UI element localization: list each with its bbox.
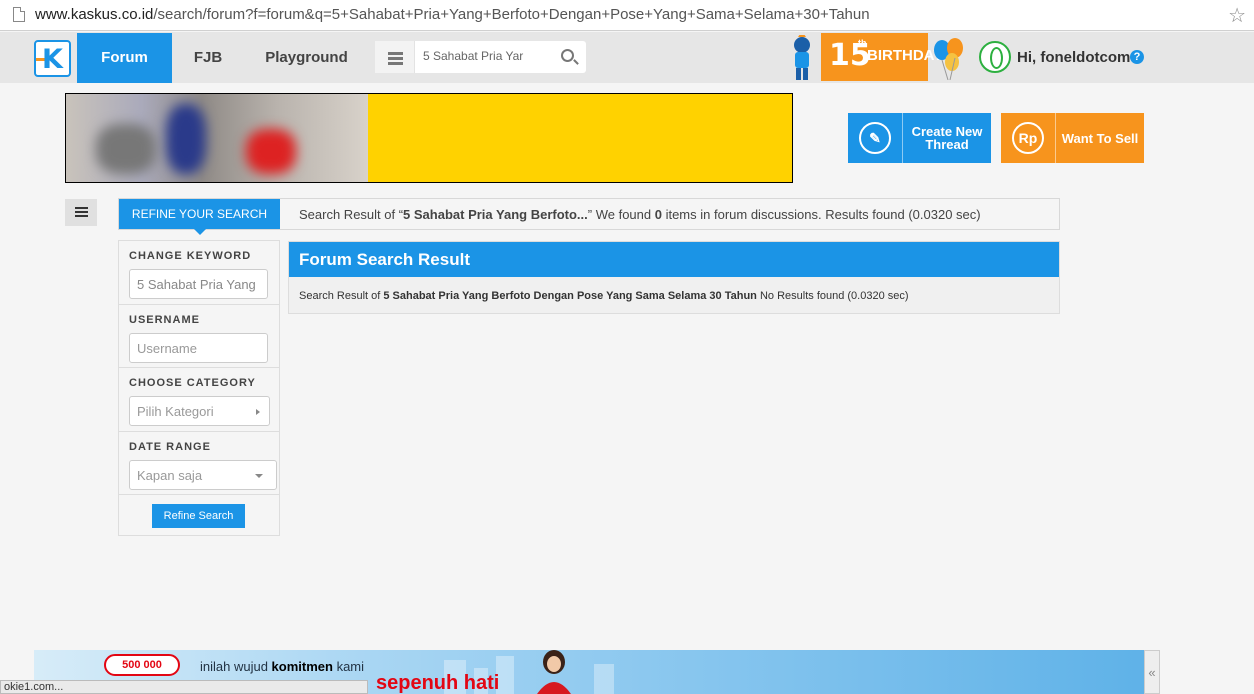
date-title: DATE RANGE — [129, 441, 211, 453]
result-message: Search Result of 5 Sahabat Pria Yang Ber… — [299, 290, 909, 302]
username-section: USERNAME Username — [119, 305, 279, 368]
building-shape — [594, 664, 614, 694]
user-greeting[interactable]: Hi, foneldotcom — [1017, 49, 1130, 66]
create-thread-button[interactable]: ✎ Create New Thread — [848, 113, 991, 163]
summary-count: 0 — [654, 207, 662, 222]
ad-model-image — [537, 650, 571, 694]
logo-letter: K — [42, 44, 63, 75]
result-query: 5 Sahabat Pria Yang Berfoto Dengan Pose … — [383, 290, 757, 302]
keyword-title: CHANGE KEYWORD — [129, 250, 252, 262]
mascot-icon — [794, 35, 810, 80]
create-thread-label: Create New Thread — [911, 124, 983, 152]
tab-fjb[interactable]: FJB — [183, 33, 233, 83]
list-icon[interactable] — [375, 41, 415, 73]
header-search-input[interactable] — [423, 49, 543, 63]
want-to-sell-button[interactable]: Rp Want To Sell — [1001, 113, 1144, 163]
tab-forum[interactable]: Forum — [77, 33, 172, 83]
ad-badge: 500 000 — [104, 654, 180, 676]
ad-text: inilah wujud komitmen kami — [200, 659, 365, 674]
keyword-section: CHANGE KEYWORD 5 Sahabat Pria Yang — [119, 241, 279, 305]
pencil-icon: ✎ — [848, 113, 903, 163]
page-icon — [13, 7, 25, 22]
browser-status-bar: okie1.com... — [0, 680, 368, 694]
top-banner-ad[interactable] — [65, 93, 793, 183]
top-navbar: K Forum FJB Playground 15 th BIRTHDAY Hi… — [0, 32, 1254, 83]
username-input[interactable]: Username — [129, 333, 268, 363]
date-section: DATE RANGE Kapan saja — [119, 432, 279, 495]
panel-title: Forum Search Result — [289, 242, 1059, 277]
forum-result-panel: Forum Search Result Search Result of 5 S… — [288, 241, 1060, 314]
search-summary: Search Result of “5 Sahabat Pria Yang Be… — [299, 207, 981, 222]
search-summary-bar: REFINE YOUR SEARCH Search Result of “5 S… — [118, 198, 1060, 235]
keyword-input[interactable]: 5 Sahabat Pria Yang — [129, 269, 268, 299]
rupiah-icon: Rp — [1001, 113, 1056, 163]
url-host: www.kaskus.co.id — [35, 6, 154, 23]
url-path: /search/forum?f=forum&q=5+Sahabat+Pria+Y… — [153, 6, 870, 23]
refine-search-button[interactable]: Refine Search — [152, 504, 245, 528]
birthday-suffix: th — [858, 38, 867, 48]
date-range-select[interactable]: Kapan saja — [129, 460, 277, 490]
summary-query: 5 Sahabat Pria Yang Berfoto... — [403, 207, 588, 222]
want-to-sell-label: Want To Sell — [1061, 130, 1139, 146]
url-text[interactable]: www.kaskus.co.id/search/forum?f=forum&q=… — [35, 6, 870, 23]
username-title: USERNAME — [129, 314, 200, 326]
chevron-right-icon — [256, 409, 260, 415]
tab-playground[interactable]: Playground — [255, 33, 358, 83]
banner-photo — [66, 94, 368, 182]
category-title: CHOOSE CATEGORY — [129, 377, 256, 389]
birthday-badge[interactable]: 15 th BIRTHDAY — [821, 33, 943, 81]
sidebar-toggle-icon[interactable] — [65, 199, 97, 226]
help-icon[interactable]: ? — [1130, 50, 1144, 64]
user-avatar[interactable] — [979, 41, 1011, 73]
kaskus-logo[interactable]: K — [34, 40, 71, 77]
category-section: CHOOSE CATEGORY Pilih Kategori — [119, 368, 279, 432]
search-icon[interactable] — [561, 49, 574, 62]
chevron-down-icon — [255, 474, 263, 478]
refine-tab[interactable]: REFINE YOUR SEARCH — [119, 199, 280, 235]
balloons-icon — [934, 38, 963, 80]
ad-collapse-icon[interactable]: « — [1144, 650, 1160, 694]
header-search — [375, 41, 586, 73]
refine-sidebar: CHANGE KEYWORD 5 Sahabat Pria Yang USERN… — [118, 240, 280, 536]
ad-tagline: sepenuh hati — [376, 672, 500, 694]
bookmark-star-icon[interactable]: ☆ — [1228, 3, 1246, 28]
category-select[interactable]: Pilih Kategori — [129, 396, 270, 426]
address-bar[interactable]: www.kaskus.co.id/search/forum?f=forum&q=… — [0, 0, 1254, 31]
